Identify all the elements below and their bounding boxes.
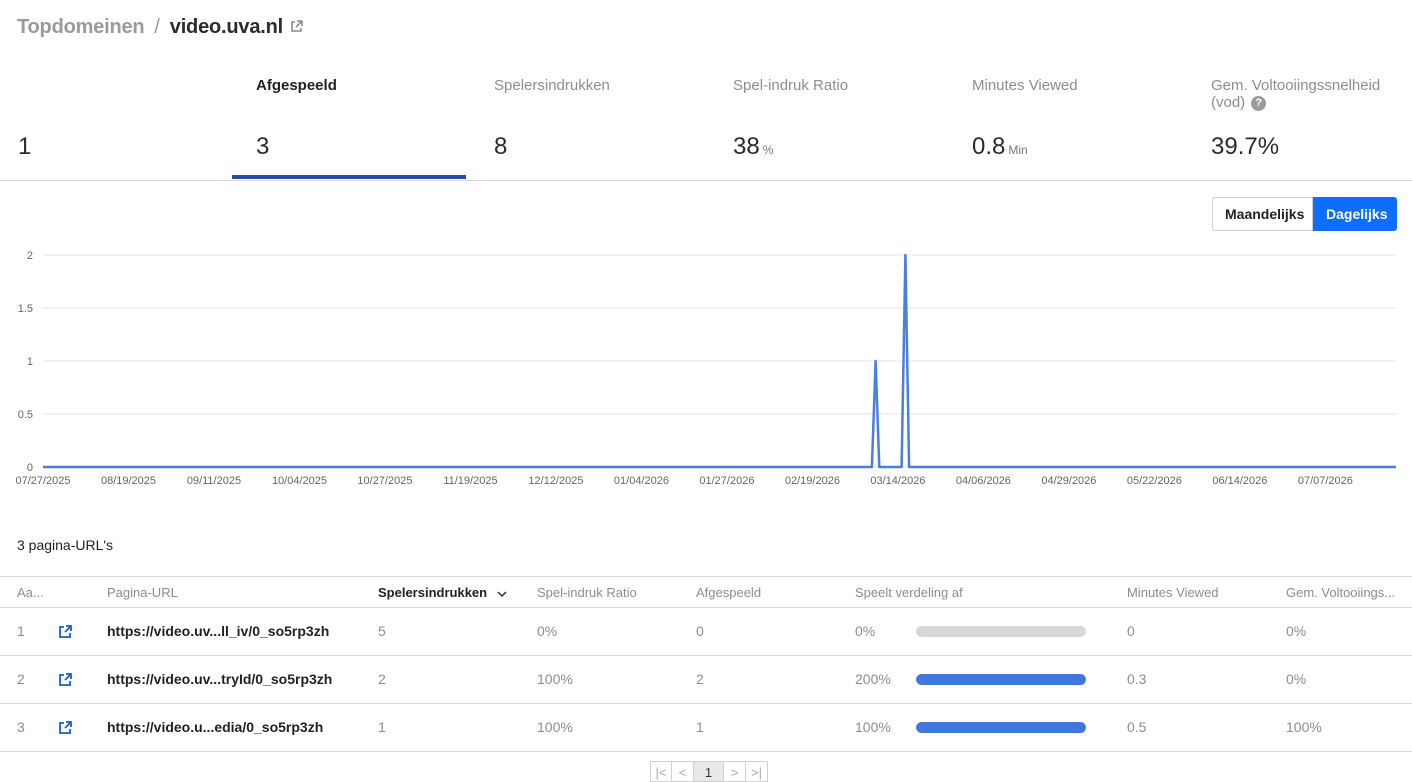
current-page[interactable]: 1: [694, 761, 724, 782]
metric-label: Spelersindrukken: [494, 77, 610, 94]
external-link-icon[interactable]: [289, 17, 304, 32]
column-header[interactable]: Aa...: [17, 577, 44, 608]
page-url-table: Aa... Pagina-URL Spelersindrukken Spel-i…: [0, 576, 1412, 752]
column-header[interactable]: Spel-indruk Ratio: [537, 577, 637, 608]
column-header[interactable]: Afgespeeld: [696, 577, 761, 608]
page-title: video.uva.nl: [169, 15, 283, 38]
ratio-cell: 0%: [537, 623, 558, 639]
y-tick-label: 2: [27, 250, 33, 262]
completion-cell: 0%: [1286, 623, 1307, 639]
impressions-cell: 5: [378, 623, 386, 639]
metric-label: Spel-indruk Ratio: [733, 77, 849, 94]
x-tick-label: 05/22/2026: [1127, 475, 1182, 487]
next-page-button[interactable]: >: [724, 761, 746, 782]
x-tick-label: 10/04/2025: [272, 475, 327, 487]
plays-cell: 2: [696, 671, 704, 687]
y-tick-label: 0: [27, 462, 33, 474]
page-url: https://video.uv...tryId/0_so5rp3zh: [107, 671, 333, 687]
metrics-bar: 1 Afgespeeld 3 Spelersindrukken 8 Spel-i…: [0, 60, 1412, 181]
column-header[interactable]: Pagina-URL: [107, 577, 178, 608]
ratio-cell: 100%: [537, 719, 573, 735]
row-index: 1: [17, 623, 25, 639]
x-tick-label: 03/14/2026: [870, 475, 925, 487]
distribution-cell: 0%: [855, 623, 876, 639]
metric-label: Gem. Voltooiingssnelheid (vod)?: [1211, 77, 1381, 111]
minutes-cell: 0.3: [1127, 671, 1147, 687]
x-tick-label: 12/12/2025: [528, 475, 583, 487]
table-row: 3 https://video.u...edia/0_so5rp3zh 1 10…: [0, 704, 1412, 752]
distribution-bar: [916, 674, 1086, 685]
x-tick-label: 08/19/2025: [101, 475, 156, 487]
url-count-label: 3 pagina-URL's: [17, 537, 114, 553]
distribution-bar: [916, 626, 1086, 637]
line-chart: 0 0.5 1 1.5 2 07/27/2025 08/19/2025 09/11/2025 1…: [15, 250, 1396, 487]
external-link-icon[interactable]: [58, 624, 73, 639]
first-page-button[interactable]: |<: [650, 761, 672, 782]
row-index: 3: [17, 719, 25, 735]
x-tick-label: 09/11/2025: [187, 475, 241, 487]
x-tick-label: 10/27/2025: [357, 475, 412, 487]
completion-cell: 100%: [1286, 719, 1322, 735]
breadcrumb-separator: /: [154, 15, 160, 38]
metric-value: 3: [256, 133, 270, 160]
metric-value: 1: [18, 133, 32, 160]
question-circle-icon[interactable]: ?: [1251, 95, 1267, 111]
x-tick-label: 01/27/2026: [699, 475, 754, 487]
pagination: |< < 1 > >|: [650, 761, 768, 782]
minutes-cell: 0.5: [1127, 719, 1147, 735]
table-header: Aa... Pagina-URL Spelersindrukken Spel-i…: [0, 576, 1412, 608]
x-tick-label: 11/19/2025: [443, 475, 497, 487]
impressions-cell: 1: [378, 719, 386, 735]
granularity-toggle: Maandelijks Dagelijks: [1212, 197, 1397, 231]
impressions-cell: 2: [378, 671, 386, 687]
last-page-button[interactable]: >|: [746, 761, 768, 782]
column-header[interactable]: Speelt verdeling af: [855, 577, 963, 608]
y-tick-label: 1.5: [18, 303, 33, 315]
breadcrumb: Topdomeinen / video.uva.nl: [17, 14, 304, 40]
external-link-icon[interactable]: [58, 720, 73, 735]
metric-value: 0.8 Min: [972, 133, 1028, 160]
distribution-cell: 100%: [855, 719, 891, 735]
metric-value: 8: [494, 133, 508, 160]
y-tick-label: 0.5: [18, 409, 33, 421]
x-tick-label: 04/29/2026: [1041, 475, 1096, 487]
y-tick-label: 1: [27, 356, 33, 368]
prev-page-button[interactable]: <: [672, 761, 694, 782]
x-tick-label: 04/06/2026: [956, 475, 1011, 487]
plays-cell: 1: [696, 719, 704, 735]
ratio-cell: 100%: [537, 671, 573, 687]
minutes-cell: 0: [1127, 623, 1135, 639]
breadcrumb-topdomeinen-link[interactable]: Topdomeinen: [17, 16, 145, 39]
x-tick-label: 06/14/2026: [1212, 475, 1267, 487]
metric-unit: Min: [1008, 143, 1028, 157]
daily-button[interactable]: Dagelijks: [1313, 197, 1397, 231]
metric-label: Afgespeeld: [256, 77, 337, 94]
distribution-bar-fill: [916, 674, 1086, 685]
distribution-bar-fill: [916, 722, 1086, 733]
external-link-icon[interactable]: [58, 672, 73, 687]
x-tick-label: 02/19/2026: [785, 475, 840, 487]
monthly-button[interactable]: Maandelijks: [1212, 197, 1313, 231]
x-tick-label: 07/27/2025: [15, 475, 70, 487]
metric-label: Minutes Viewed: [972, 77, 1078, 94]
table-row: 2 https://video.uv...tryId/0_so5rp3zh 2 …: [0, 656, 1412, 704]
column-header-sorted[interactable]: Spelersindrukken: [378, 577, 507, 608]
completion-cell: 0%: [1286, 671, 1307, 687]
metric-unit: %: [762, 143, 774, 157]
metric-value: 38%: [733, 133, 774, 160]
page-url: https://video.u...edia/0_so5rp3zh: [107, 719, 324, 735]
x-tick-label: 01/04/2026: [614, 475, 669, 487]
column-header[interactable]: Gem. Voltooiings...: [1286, 577, 1395, 608]
active-tab-indicator: [232, 175, 466, 179]
chevron-down-icon: [497, 578, 507, 609]
page-url: https://video.uv...ll_iv/0_so5rp3zh: [107, 623, 330, 639]
row-index: 2: [17, 671, 25, 687]
plays-cell: 0: [696, 623, 704, 639]
distribution-bar: [916, 722, 1086, 733]
x-tick-label: 07/07/2026: [1298, 475, 1353, 487]
distribution-cell: 200%: [855, 671, 891, 687]
table-row: 1 https://video.uv...ll_iv/0_so5rp3zh 5 …: [0, 608, 1412, 656]
metric-value: 39.7%: [1211, 133, 1280, 160]
column-header[interactable]: Minutes Viewed: [1127, 577, 1219, 608]
